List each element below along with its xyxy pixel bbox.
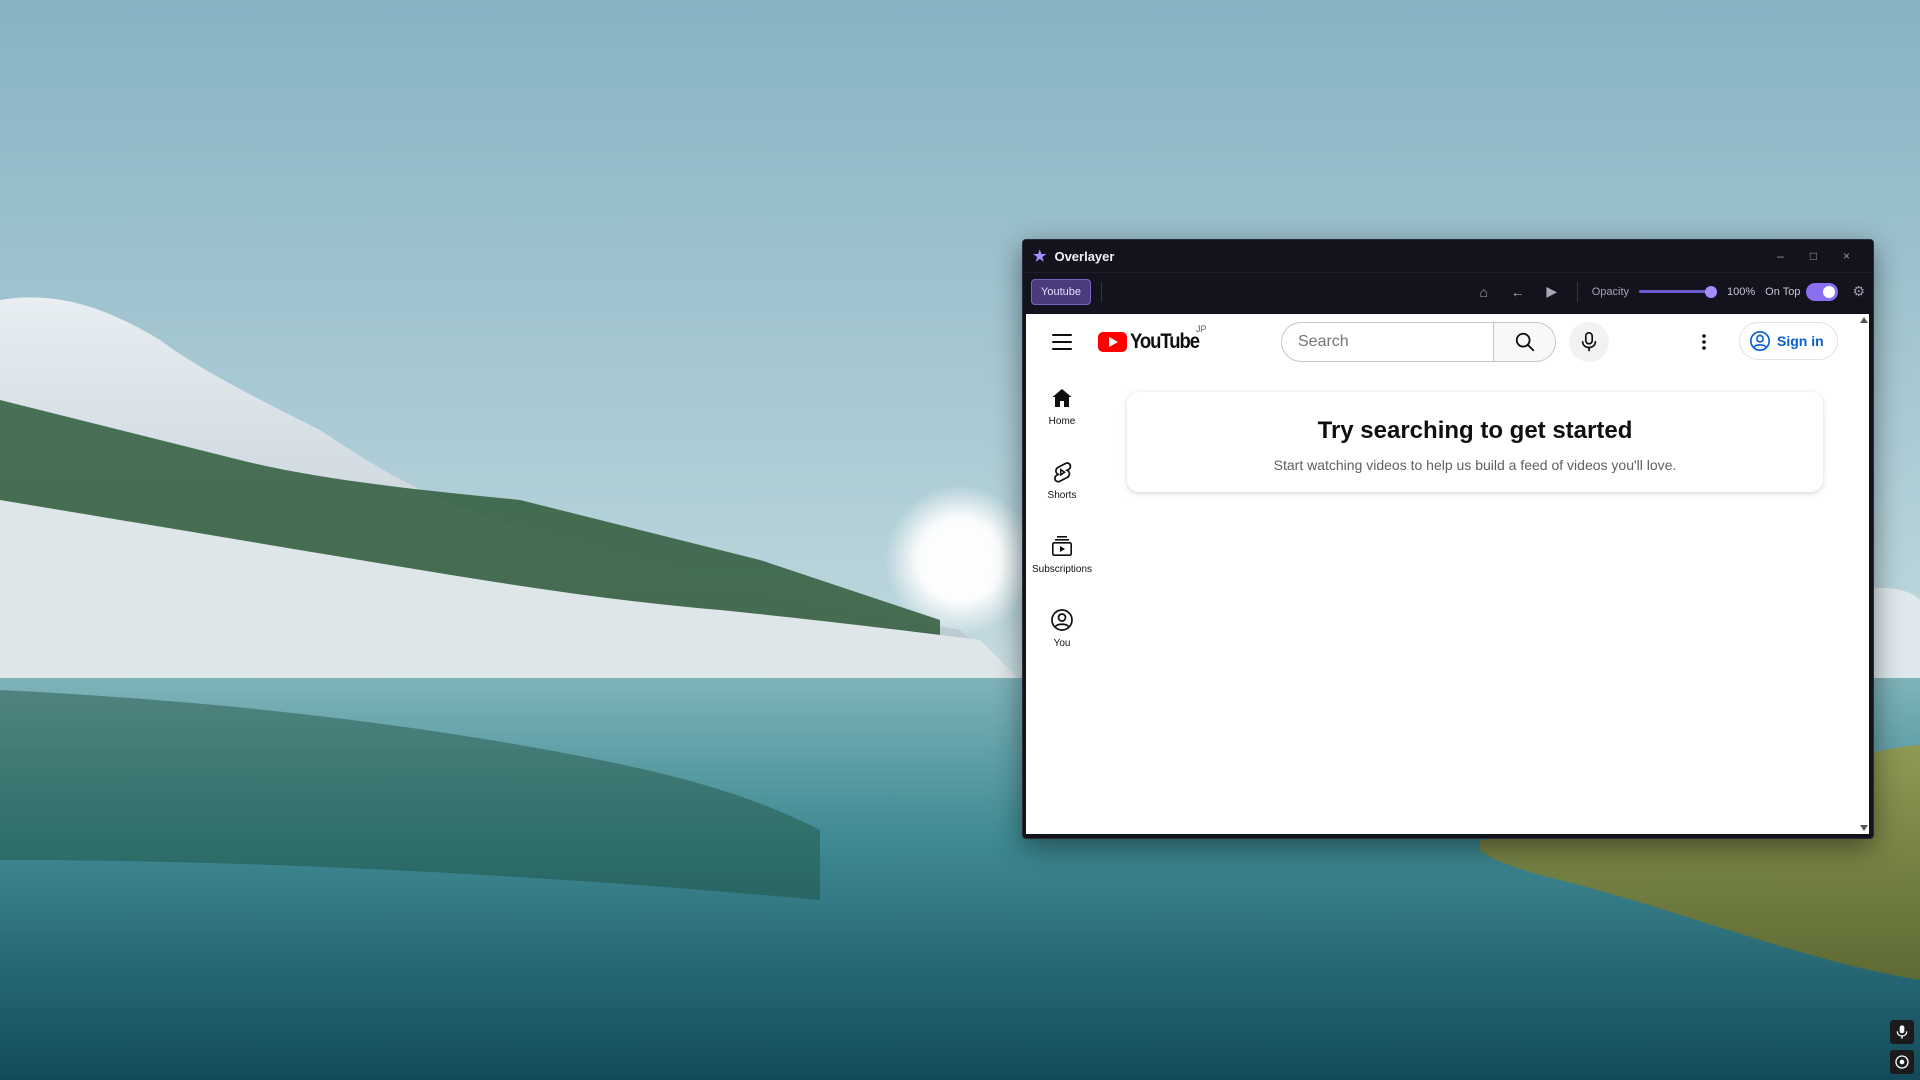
scroll-up-arrow-icon[interactable] (1860, 317, 1868, 323)
empty-feed-subtitle: Start watching videos to help us build a… (1273, 457, 1677, 473)
home-icon[interactable]: ⌂ (1467, 278, 1501, 306)
opacity-slider[interactable] (1639, 284, 1718, 300)
account-circle-icon (1750, 331, 1770, 351)
opacity-slider-thumb[interactable] (1705, 285, 1718, 298)
window-title: Overlayer (1054, 248, 1115, 264)
tray-target-icon[interactable] (1890, 1050, 1914, 1074)
toolbar-divider (1576, 281, 1578, 302)
play-icon[interactable]: ▶ (1535, 278, 1569, 306)
home-icon (1052, 389, 1072, 407)
shorts-icon (1054, 462, 1072, 483)
sidebar-item-subscriptions[interactable]: Subscriptions (1026, 518, 1098, 592)
opacity-label: Opacity (1591, 285, 1630, 298)
tab-youtube[interactable]: Youtube (1031, 278, 1091, 305)
overlay-toolbar: Youtube ⌂ ← ▶ Opacity 100% On Top ⚙ (1023, 272, 1873, 310)
microphone-icon (1581, 332, 1597, 352)
youtube-logo-text: YouTube (1130, 330, 1200, 353)
sidebar-item-label: Shorts (1047, 490, 1077, 501)
sidebar-item-label: Home (1048, 416, 1076, 427)
empty-feed-card: Try searching to get started Start watch… (1127, 392, 1823, 492)
sidebar-item-home[interactable]: Home (1026, 370, 1098, 444)
search-bar (1281, 322, 1609, 362)
toolbar-divider (1100, 281, 1102, 302)
sign-in-label: Sign in (1777, 333, 1824, 349)
tray-microphone-icon[interactable] (1890, 1020, 1914, 1044)
more-options-icon[interactable] (1692, 330, 1716, 354)
ontop-toggle[interactable] (1806, 282, 1839, 301)
sidebar-item-label: Subscriptions (1031, 564, 1093, 575)
search-input[interactable] (1281, 322, 1493, 362)
menu-icon[interactable] (1052, 334, 1072, 350)
sign-in-button[interactable]: Sign in (1739, 322, 1838, 360)
window-titlebar[interactable]: ★ Overlayer – □ × (1023, 240, 1873, 272)
region-code: JP (1196, 324, 1207, 334)
minimize-button[interactable]: – (1764, 240, 1797, 272)
back-icon[interactable]: ← (1501, 278, 1535, 306)
maximize-button[interactable]: □ (1797, 240, 1830, 272)
youtube-header: YouTube JP Search Sign in (1026, 314, 1859, 370)
voice-search-button[interactable] (1569, 322, 1609, 362)
star-icon: ★ (1033, 248, 1047, 265)
youtube-play-icon (1098, 332, 1127, 352)
account-icon (1051, 609, 1073, 631)
sidebar-item-shorts[interactable]: Shorts (1026, 444, 1098, 518)
content-scrollbar[interactable] (1859, 314, 1869, 834)
subscriptions-icon (1051, 535, 1072, 556)
search-button[interactable] (1493, 322, 1556, 362)
ontop-label: On Top (1765, 285, 1801, 298)
empty-feed-title: Try searching to get started (1317, 417, 1633, 444)
gear-icon[interactable]: ⚙ (1852, 283, 1865, 300)
opacity-value: 100% (1727, 285, 1756, 298)
scroll-down-arrow-icon[interactable] (1860, 825, 1868, 831)
youtube-sidebar: Home Shorts Subscriptions You (1026, 370, 1098, 666)
youtube-logo[interactable]: YouTube JP (1098, 324, 1208, 354)
overlayer-window: ★ Overlayer – □ × Youtube ⌂ ← ▶ Opacity … (1022, 239, 1874, 839)
opacity-slider-fill (1639, 290, 1714, 293)
opacity-slider-track (1639, 290, 1714, 293)
sidebar-item-you[interactable]: You (1026, 592, 1098, 666)
browser-content: YouTube JP Search Sign in Home Shorts Su… (1026, 314, 1869, 834)
sidebar-item-label: You (1053, 638, 1071, 649)
ontop-toggle-knob (1823, 285, 1836, 298)
close-button[interactable]: × (1830, 240, 1863, 272)
search-icon (1515, 332, 1534, 352)
